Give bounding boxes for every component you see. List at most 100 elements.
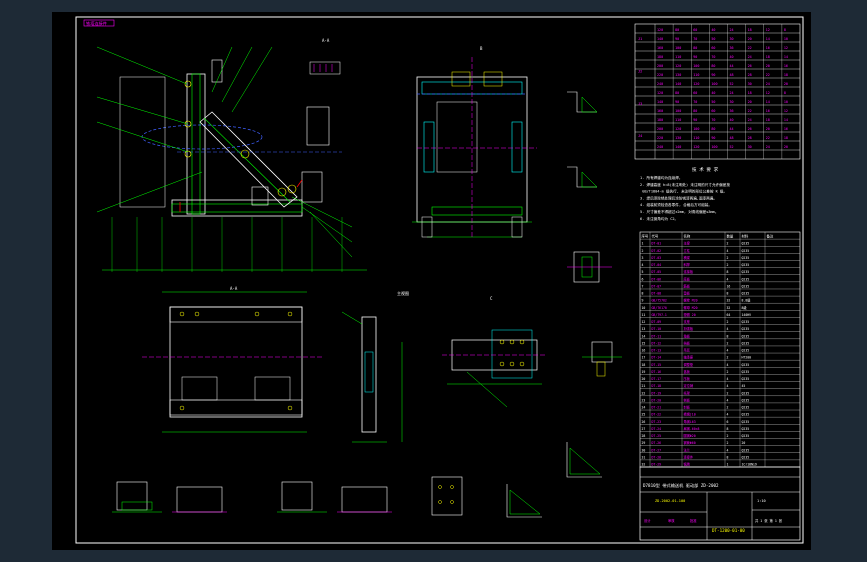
table-cell: 180	[657, 55, 663, 59]
table-cell: 140	[657, 37, 663, 41]
view-label-c: C	[490, 296, 493, 301]
parts-cell: 13	[642, 327, 646, 331]
table-cell: 40	[711, 91, 715, 95]
table-cell: 44	[730, 64, 734, 68]
parts-cell: 8	[727, 427, 729, 431]
parts-cell: 4	[727, 384, 729, 388]
table-cell: 48	[730, 73, 734, 77]
parts-cell: DT-25	[652, 434, 662, 438]
frame-view	[412, 57, 537, 238]
table-cell: 22	[766, 73, 770, 77]
parts-cell: DT-29	[652, 463, 662, 467]
parts-cell: 侧板	[684, 397, 691, 402]
table-cell: 60	[711, 46, 715, 50]
table-cell: 70	[711, 55, 715, 59]
table-cell: 90	[711, 136, 715, 140]
parts-cell: 支座	[684, 319, 691, 324]
parts-cell: Q235	[742, 455, 750, 459]
section-view	[341, 311, 403, 443]
parts-cell: 盖板	[684, 369, 691, 374]
parts-cell: 31	[642, 455, 646, 459]
parts-cell: 2	[727, 320, 729, 324]
parts-cell: 27	[642, 427, 646, 431]
drawing-viewport[interactable]: 铁塔连接件 A-A B A-A 主视图 C J1 J2 J3 J4 120 80…	[52, 12, 811, 550]
table-cell: 110	[675, 55, 681, 59]
parts-header-cell: 序号	[642, 234, 649, 239]
parts-cell: DT-21	[652, 406, 662, 410]
parts-cell: DT-10	[652, 327, 662, 331]
cad-drawing-canvas[interactable]: 铁塔连接件 A-A B A-A 主视图 C J1J2J3J4120 80 60 …	[52, 12, 811, 550]
table-cell: 140	[657, 100, 663, 104]
note-line: 6. 未注倒角均为 C2。	[640, 216, 678, 221]
table-cell: 18	[748, 28, 752, 32]
parts-cell: DT-19	[652, 391, 662, 395]
parts-cell: DT-11	[652, 334, 662, 338]
parts-cell: Q235	[742, 284, 750, 288]
parts-cell: 连接板	[684, 269, 694, 274]
parts-cell: 定位销	[684, 383, 694, 388]
parts-cell: 2	[642, 249, 644, 253]
table-cell: 26	[748, 64, 752, 68]
table-cell: 22	[766, 136, 770, 140]
table-cell: 40	[730, 118, 734, 122]
table-cell: 14	[766, 100, 770, 104]
parts-cell: 8	[727, 270, 729, 274]
parts-cell: Q235	[742, 270, 750, 274]
parts-cell: 16	[727, 284, 731, 288]
parts-cell: Q235	[742, 363, 750, 367]
table-cell: 24	[748, 55, 752, 59]
table-cell: 24	[766, 82, 770, 86]
table-cell: 90	[693, 118, 697, 122]
note-line: GB/T1804-m 级执行, 未注明的形位公差按 K 级。	[640, 189, 727, 194]
dimension-table: J1 J2 J3 J4 120 80 60 40 24 18 12 8 140 90 70 50 30 20 14 1…	[634, 23, 801, 160]
parts-cell: Q235	[742, 413, 750, 417]
parts-cell: 32	[642, 463, 646, 467]
table-cell: 70	[693, 37, 697, 41]
table-cell: 26	[748, 127, 752, 131]
parts-cell: 64	[727, 313, 731, 317]
parts-cell: 槽钢[10	[684, 412, 696, 417]
parts-cell: DT-27	[652, 448, 662, 452]
parts-header-cell: 名称	[684, 234, 691, 239]
parts-cell: Q235	[742, 320, 750, 324]
table-cell: 20	[784, 82, 788, 86]
parts-cell: GB/T5782	[652, 299, 667, 303]
parts-cell: DT-04	[652, 263, 662, 267]
parts-cell: 5	[642, 270, 644, 274]
parts-cell: Q235	[742, 448, 750, 452]
parts-cell: 4	[727, 377, 729, 381]
parts-cell: 15	[642, 341, 646, 345]
parts-header-cell: 备注	[767, 234, 774, 239]
parts-cell: Q235	[742, 242, 750, 246]
small-details	[567, 91, 622, 377]
table-cell: 80	[675, 91, 679, 95]
parts-cell: GB/T97.1	[652, 313, 667, 317]
parts-cell: DT-07	[652, 284, 662, 288]
table-cell: 30	[730, 37, 734, 41]
parts-cell: 30	[642, 448, 646, 452]
table-cell: 130	[675, 136, 681, 140]
parts-cell: 12	[642, 320, 646, 324]
parts-cell: Q235	[742, 398, 750, 402]
parts-cell: 4	[727, 277, 729, 281]
parts-cell: 压板	[684, 376, 691, 381]
parts-cell: 45	[742, 384, 746, 388]
bottom-details	[112, 442, 602, 518]
parts-cell: 4	[727, 413, 729, 417]
table-cell: 60	[693, 91, 697, 95]
table-cell: 140	[675, 145, 681, 149]
table-cell: 24	[748, 118, 752, 122]
table-cell: 110	[693, 136, 699, 140]
title-ref: ZD-2002-01-100	[655, 499, 685, 503]
table-cell: 80	[675, 28, 679, 32]
table-cell: 10	[784, 100, 788, 104]
table-cell: 30	[730, 100, 734, 104]
parts-cell: 20	[742, 441, 746, 445]
table-cell: 12	[766, 91, 770, 95]
parts-cell: DT-03	[652, 256, 662, 260]
table-cell: 200	[657, 127, 663, 131]
view-label-section: 主视图	[397, 290, 409, 296]
parts-cell: 32	[727, 299, 731, 303]
table-cell: 24	[730, 28, 734, 32]
parts-cell: 23	[642, 398, 646, 402]
